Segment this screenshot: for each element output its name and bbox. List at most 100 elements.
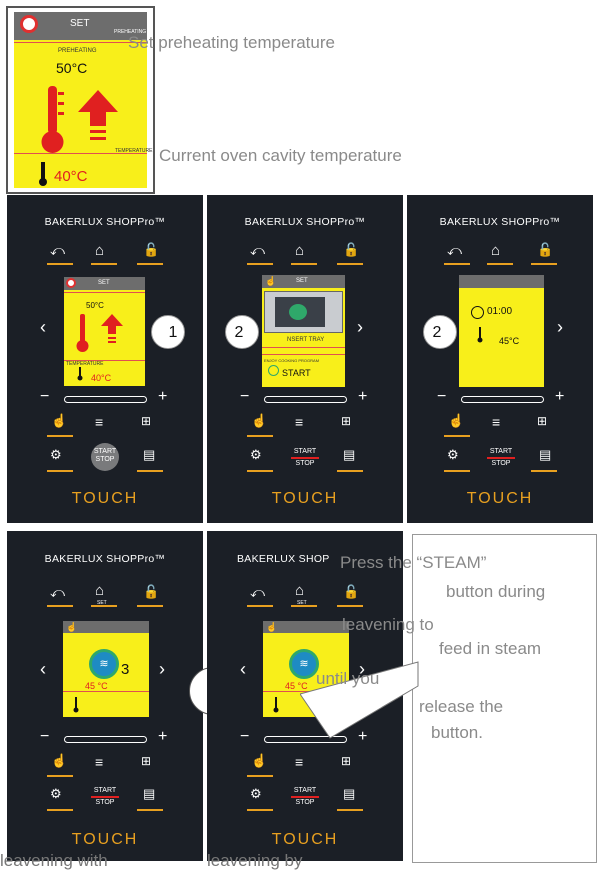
slider-track[interactable] — [64, 396, 147, 403]
settings-icon[interactable]: ⚙ — [250, 787, 262, 800]
temperature-value: 45 °C — [85, 681, 108, 691]
lock-underline — [137, 605, 163, 607]
bottom-left-text: leavening with — [0, 851, 108, 870]
start-stop-button[interactable]: START STOP — [289, 448, 321, 469]
step-marker: 2 — [423, 315, 457, 349]
book-icon[interactable]: ⊞ — [341, 755, 351, 767]
book-icon[interactable]: ⊞ — [141, 755, 151, 767]
plus-icon[interactable]: + — [358, 388, 367, 406]
save-underline — [137, 809, 163, 811]
hand-underline — [247, 775, 273, 777]
slider-track[interactable] — [461, 396, 544, 403]
back-icon[interactable]: ⤺ — [250, 243, 265, 257]
temperature-label: TEMPERATURE — [66, 361, 104, 367]
lock-icon[interactable]: 🔓 — [343, 243, 359, 256]
save-icon[interactable]: ▤ — [343, 787, 355, 800]
minus-icon[interactable]: − — [40, 388, 49, 406]
back-underline — [247, 605, 273, 607]
save-underline — [531, 470, 557, 472]
small-thermometer-icon — [477, 327, 483, 343]
left-arrow-icon[interactable]: ‹ — [40, 317, 46, 338]
book-icon[interactable]: ⊞ — [141, 415, 151, 427]
right-arrow-icon[interactable]: › — [159, 659, 165, 680]
back-underline — [47, 605, 73, 607]
start-stop-button[interactable]: START STOP — [289, 787, 321, 808]
back-underline — [444, 263, 470, 265]
plus-icon[interactable]: + — [158, 388, 167, 406]
back-icon[interactable]: ⤺ — [50, 585, 65, 599]
fan-icon — [289, 304, 307, 320]
hand-icon[interactable]: ☝ — [448, 414, 464, 427]
left-arrow-icon[interactable]: ‹ — [40, 659, 46, 680]
stop-label: STOP — [95, 799, 115, 807]
hand-icon[interactable]: ☝ — [51, 414, 67, 427]
home-icon[interactable]: ⌂ — [295, 243, 304, 258]
home-icon[interactable]: ⌂ — [95, 243, 104, 258]
steam-note-line3: leavening to — [342, 615, 434, 634]
menu-icon[interactable]: ≡ — [295, 415, 303, 429]
step-number: 3 — [121, 661, 130, 678]
home-icon[interactable]: ⌂ — [95, 583, 104, 598]
right-arrow-icon[interactable]: › — [357, 317, 363, 338]
minus-icon[interactable]: − — [240, 728, 249, 746]
home-underline — [487, 263, 513, 265]
display-screen: SET 50°C TEMPERATURE 40°C — [64, 277, 145, 386]
menu-icon[interactable]: ≡ — [95, 755, 103, 769]
menu-icon[interactable]: ≡ — [295, 755, 303, 769]
touch-logo: TOUCH — [71, 831, 139, 848]
preheating-label: PREHEATING — [58, 48, 97, 54]
menu-icon[interactable]: ≡ — [95, 415, 103, 429]
minus-icon[interactable]: − — [240, 388, 249, 406]
red-line — [262, 347, 345, 348]
menu-icon[interactable]: ≡ — [492, 415, 500, 429]
back-icon[interactable]: ⤺ — [50, 243, 65, 257]
settings-icon[interactable]: ⚙ — [50, 448, 62, 461]
start-stop-divider — [487, 457, 515, 460]
lock-icon[interactable]: 🔓 — [143, 585, 159, 598]
slider-track[interactable] — [264, 396, 347, 403]
preheat-callout: Set preheating temperature — [128, 33, 335, 52]
hand-icon[interactable]: ☝ — [51, 754, 67, 767]
slider-track[interactable] — [64, 736, 147, 743]
hand-icon[interactable]: ☝ — [251, 754, 267, 767]
temperature-label: TEMPERATURE — [115, 148, 153, 154]
settings-icon[interactable]: ⚙ — [250, 448, 262, 461]
plus-icon[interactable]: + — [158, 728, 167, 746]
alarm-clock-icon — [20, 15, 38, 33]
settings-underline — [444, 470, 470, 472]
save-icon[interactable]: ▤ — [143, 448, 155, 461]
hand-icon[interactable]: ☝ — [251, 414, 267, 427]
minus-icon[interactable]: − — [437, 388, 446, 406]
lock-icon[interactable]: 🔓 — [143, 243, 159, 256]
small-thermometer-icon — [77, 367, 83, 381]
control-panel-4: BAKERLUX SHOPPro™ ⤺ ⌂ SET 🔓 ‹ ☝ ≋ 3 45 °… — [7, 531, 203, 861]
start-stop-divider — [291, 796, 319, 799]
left-arrow-icon[interactable]: ‹ — [240, 659, 246, 680]
steam-note-line2: button during — [446, 582, 546, 601]
right-arrow-icon[interactable]: › — [557, 317, 563, 338]
steam-note-line5: until you — [316, 669, 380, 688]
back-icon[interactable]: ⤺ — [250, 585, 265, 599]
back-icon[interactable]: ⤺ — [447, 243, 462, 257]
home-icon[interactable]: ⌂ — [295, 583, 304, 598]
book-icon[interactable]: ⊞ — [341, 415, 351, 427]
lock-icon[interactable]: 🔓 — [537, 243, 553, 256]
minus-icon[interactable]: − — [40, 728, 49, 746]
steam-icon[interactable]: ≋ — [89, 649, 119, 679]
plus-icon[interactable]: + — [555, 388, 564, 406]
save-underline — [337, 809, 363, 811]
hand-icon: ☝ — [66, 622, 78, 632]
book-icon[interactable]: ⊞ — [537, 415, 547, 427]
save-icon[interactable]: ▤ — [539, 448, 551, 461]
start-stop-button[interactable]: START STOP — [89, 787, 121, 808]
save-icon[interactable]: ▤ — [343, 448, 355, 461]
start-stop-button[interactable]: START STOP — [485, 448, 517, 469]
home-icon[interactable]: ⌂ — [491, 243, 500, 258]
settings-icon[interactable]: ⚙ — [50, 787, 62, 800]
steam-note-line1: Press the “STEAM” — [340, 553, 487, 572]
lock-icon[interactable]: 🔓 — [343, 585, 359, 598]
settings-icon[interactable]: ⚙ — [447, 448, 459, 461]
save-icon[interactable]: ▤ — [143, 787, 155, 800]
red-line — [63, 691, 149, 692]
small-thermometer-icon — [39, 162, 47, 186]
